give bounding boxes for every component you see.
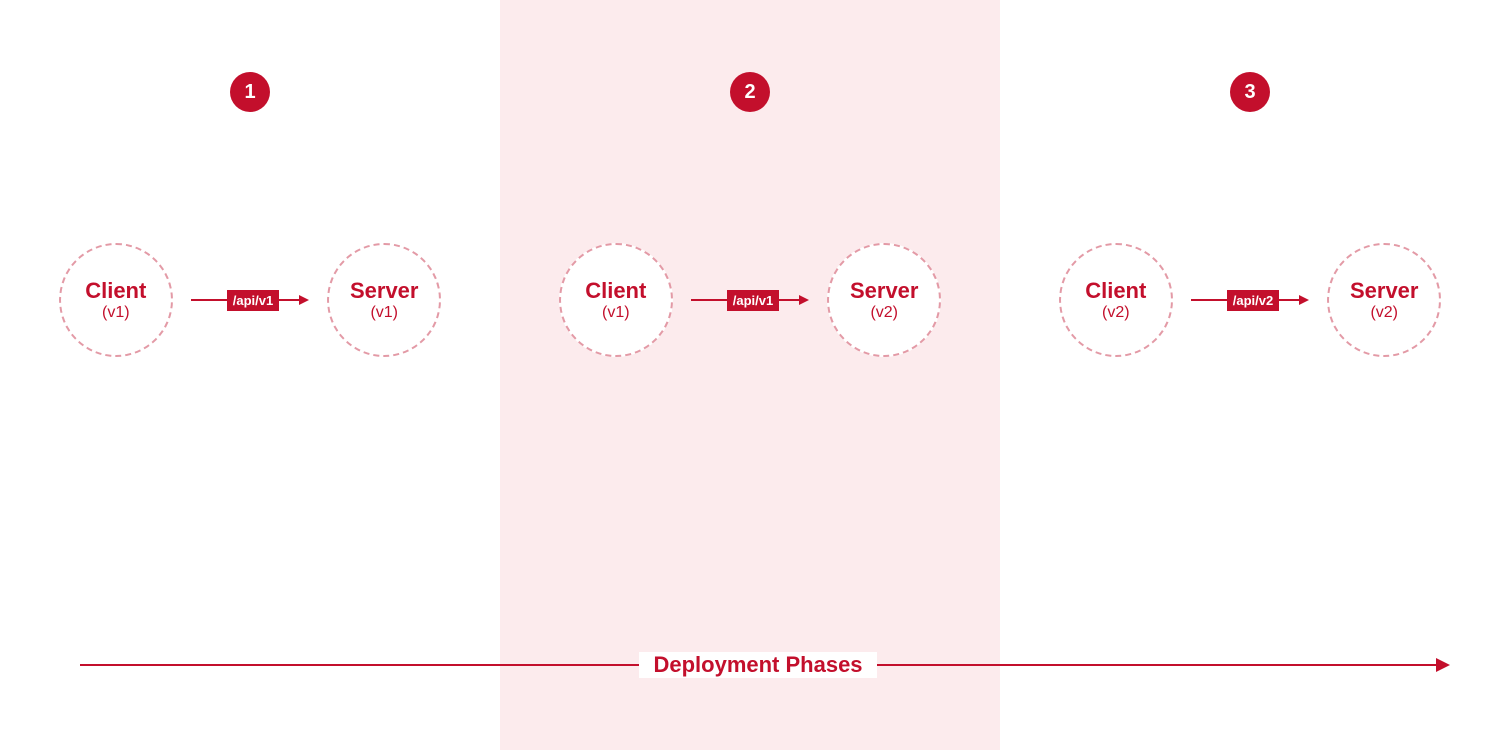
client-version: (v1)	[602, 304, 630, 322]
diagram-canvas: 1 Client (v1) /api/v1 Server (v1) 2 Clie…	[0, 0, 1500, 750]
api-arrow: /api/v1	[691, 290, 809, 311]
phase-1: 1 Client (v1) /api/v1 Server (v1)	[0, 0, 500, 750]
phase-2: 2 Client (v1) /api/v1 Server (v2)	[500, 0, 1000, 750]
server-node: Server (v2)	[1327, 243, 1441, 357]
phase-3: 3 Client (v2) /api/v2 Server (v2)	[1000, 0, 1500, 750]
client-version: (v2)	[1102, 304, 1130, 322]
client-label: Client	[1085, 278, 1146, 304]
api-path-tag: /api/v1	[227, 290, 279, 311]
client-node: Client (v1)	[59, 243, 173, 357]
server-node: Server (v1)	[327, 243, 441, 357]
phase-badge-2: 2	[730, 72, 770, 112]
client-version: (v1)	[102, 304, 130, 322]
deployment-timeline: Deployment Phases	[80, 650, 1450, 680]
server-version: (v2)	[870, 304, 898, 322]
client-label: Client	[585, 278, 646, 304]
phase-1-row: Client (v1) /api/v1 Server (v1)	[0, 240, 500, 360]
client-node: Client (v2)	[1059, 243, 1173, 357]
api-arrow: /api/v2	[1191, 290, 1309, 311]
client-label: Client	[85, 278, 146, 304]
deployment-caption: Deployment Phases	[639, 652, 876, 678]
api-arrow: /api/v1	[191, 290, 309, 311]
phase-2-row: Client (v1) /api/v1 Server (v2)	[500, 240, 1000, 360]
arrow-right-icon	[299, 295, 309, 305]
server-node: Server (v2)	[827, 243, 941, 357]
phase-badge-3: 3	[1230, 72, 1270, 112]
phase-3-row: Client (v2) /api/v2 Server (v2)	[1000, 240, 1500, 360]
server-label: Server	[850, 278, 919, 304]
api-path-tag: /api/v1	[727, 290, 779, 311]
server-label: Server	[350, 278, 419, 304]
client-node: Client (v1)	[559, 243, 673, 357]
arrow-right-icon	[1299, 295, 1309, 305]
server-version: (v1)	[370, 304, 398, 322]
server-label: Server	[1350, 278, 1419, 304]
phase-badge-1: 1	[230, 72, 270, 112]
server-version: (v2)	[1370, 304, 1398, 322]
api-path-tag: /api/v2	[1227, 290, 1279, 311]
arrow-right-icon	[1436, 658, 1450, 672]
arrow-right-icon	[799, 295, 809, 305]
